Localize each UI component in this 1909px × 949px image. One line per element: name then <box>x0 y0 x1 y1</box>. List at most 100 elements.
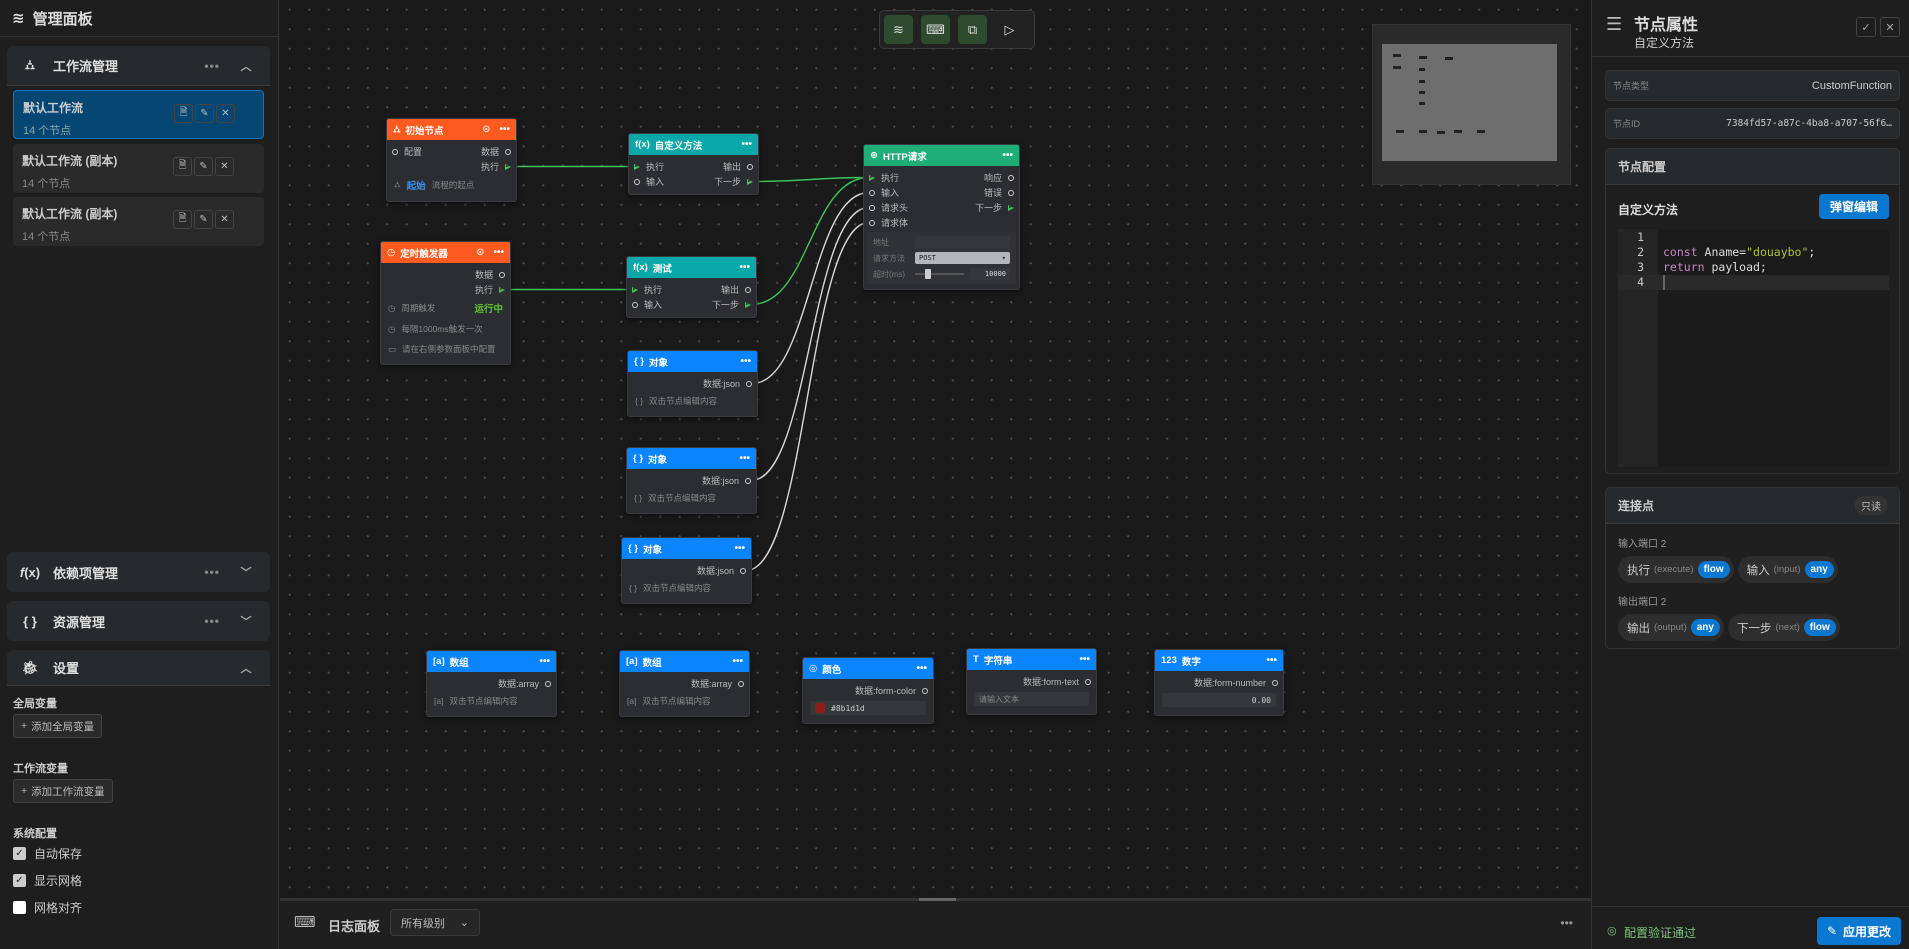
chevron-up-icon[interactable]: ︿ <box>234 58 258 74</box>
data-output-port[interactable] <box>740 567 746 574</box>
data-output-port[interactable] <box>1008 174 1014 181</box>
apply-changes-button[interactable]: ✎ 应用更改 <box>1817 917 1901 945</box>
data-input-port[interactable] <box>869 204 875 211</box>
more-icon[interactable]: ••• <box>204 614 220 628</box>
node-obj1[interactable]: { } 对象 ••• 数据:json { } 双击节点编辑内容 <box>627 350 758 417</box>
slider-thumb[interactable] <box>925 269 931 279</box>
code-editor[interactable]: 1 2 const Aname="douaybo"; 3 return payloa… <box>1618 229 1889 467</box>
data-output-port[interactable] <box>1272 679 1278 686</box>
node-color[interactable]: ◎ 颜色 ••• 数据:form-color #8b1d1d <box>802 657 934 724</box>
data-output-port[interactable] <box>745 286 751 293</box>
checkbox-checked-icon[interactable]: ✓ <box>13 847 26 860</box>
data-output-port[interactable] <box>747 163 753 170</box>
flow-input-port[interactable] <box>632 286 638 293</box>
popup-edit-button[interactable]: 弹窗编辑 <box>1819 194 1889 219</box>
data-input-port[interactable] <box>634 178 640 185</box>
data-output-port[interactable] <box>738 680 744 687</box>
checkbox-2[interactable]: ✓ 显示网格 <box>13 872 82 889</box>
node-header[interactable]: ◷ 定时触发器 ⊙ ••• <box>381 242 510 263</box>
timeout-slider[interactable] <box>915 269 964 279</box>
confirm-button[interactable]: ✓ <box>1856 17 1876 37</box>
text-input[interactable]: 请输入文本 <box>974 692 1089 706</box>
checkbox-checked-icon[interactable]: ✓ <box>13 874 26 887</box>
node-menu-icon[interactable]: ••• <box>1079 654 1090 665</box>
edge-obj3-http[interactable] <box>745 221 870 572</box>
edge-test-http[interactable] <box>750 176 870 306</box>
color-input[interactable]: #8b1d1d <box>810 701 926 715</box>
node-start[interactable]: ⛼ 初始节点 ⊙ ••• 配置 数据 执行 ⛼ 起始 流程的起点 <box>386 118 517 202</box>
close-button[interactable]: ✕ <box>1880 17 1900 37</box>
node-menu-icon[interactable]: ••• <box>739 262 750 273</box>
node-obj3[interactable]: { } 对象 ••• 数据:json { } 双击节点编辑内容 <box>621 537 752 604</box>
node-test[interactable]: f(x) 测试 ••• 执行 输出 输入 下一步 <box>626 256 757 318</box>
edit-button[interactable]: ✎ <box>194 210 213 229</box>
node-menu-icon[interactable]: ••• <box>1002 150 1013 161</box>
terminal-toggle-button[interactable]: ⌨ <box>921 15 950 44</box>
data-output-port[interactable] <box>922 687 928 694</box>
delete-button[interactable]: ✕ <box>215 157 234 176</box>
data-output-port[interactable] <box>745 477 751 484</box>
node-menu-icon[interactable]: ••• <box>499 124 510 135</box>
method-select[interactable]: POST ▾ <box>915 252 1010 264</box>
resource-section-header[interactable]: { } 资源管理 ••• ﹀ <box>7 601 270 641</box>
edit-button[interactable]: ✎ <box>194 157 213 176</box>
data-output-port[interactable] <box>1085 678 1091 685</box>
workflow-item[interactable]: 默认工作流 (副本) 14 个节点 🗎 ✎ ✕ <box>13 144 264 193</box>
delete-button[interactable]: ✕ <box>216 104 235 123</box>
node-menu-icon[interactable]: ••• <box>734 543 745 554</box>
node-menu-icon[interactable]: ••• <box>916 663 927 674</box>
data-output-port[interactable] <box>499 271 505 278</box>
node-http[interactable]: ⊕ HTTP请求 ••• 执行 响应 输入 错误 请求头 下一步 请求体 地址 请求方法 POST ▾ 超时… <box>863 144 1020 290</box>
chevron-down-icon[interactable]: ﹀ <box>234 564 258 580</box>
node-header[interactable]: ⛼ 初始节点 ⊙ ••• <box>387 119 516 140</box>
flow-input-port[interactable] <box>634 163 640 170</box>
node-menu-icon[interactable]: ••• <box>493 247 504 258</box>
node-header[interactable]: [a] 数组 ••• <box>620 651 749 672</box>
resize-handle[interactable] <box>919 898 956 901</box>
node-menu-icon[interactable]: ••• <box>739 453 750 464</box>
node-obj2[interactable]: { } 对象 ••• 数据:json { } 双击节点编辑内容 <box>626 447 757 514</box>
checkbox-unchecked-icon[interactable] <box>13 901 26 914</box>
node-string[interactable]: T 字符串 ••• 数据:form-text 请输入文本 <box>966 648 1097 715</box>
settings-section-header[interactable]: 🐞︎ 设置 ︿ <box>7 650 270 686</box>
flow-output-port[interactable] <box>499 286 505 293</box>
log-more-button[interactable]: ••• <box>1560 916 1573 930</box>
node-header[interactable]: { } 对象 ••• <box>627 448 756 469</box>
node-number[interactable]: 123 数字 ••• 数据:form-number 0.00 <box>1154 649 1284 716</box>
timeout-value[interactable]: 10000 <box>970 268 1010 280</box>
add-global-var-button[interactable]: + 添加全局变量 <box>13 714 103 738</box>
edge-obj1-http[interactable] <box>751 191 870 385</box>
flow-output-port[interactable] <box>1008 204 1014 211</box>
more-icon[interactable]: ••• <box>204 59 220 73</box>
workflow-item[interactable]: 默认工作流 (副本) 14 个节点 🗎 ✎ ✕ <box>13 197 264 246</box>
workflow-section-header[interactable]: ⛼ 工作流管理 ••• ︿ <box>7 46 270 86</box>
node-menu-icon[interactable]: ••• <box>732 656 743 667</box>
layers-toggle-button[interactable]: ≋ <box>884 15 913 44</box>
log-level-select[interactable]: 所有级别 ⌄ <box>390 909 480 936</box>
export-button[interactable]: 🗎 <box>173 157 192 176</box>
node-header[interactable]: f(x) 自定义方法 ••• <box>629 134 758 155</box>
dependency-section-header[interactable]: f(x) 依赖项管理 ••• ﹀ <box>7 552 270 592</box>
edit-button[interactable]: ✎ <box>195 104 214 123</box>
more-icon[interactable]: ••• <box>204 565 220 579</box>
flow-output-port[interactable] <box>745 301 751 308</box>
data-output-port[interactable] <box>545 680 551 687</box>
node-header[interactable]: ◎ 颜色 ••• <box>803 658 933 679</box>
data-input-port[interactable] <box>869 189 875 196</box>
data-output-port[interactable] <box>746 380 752 387</box>
data-input-port[interactable] <box>869 219 875 226</box>
node-header[interactable]: { } 对象 ••• <box>622 538 751 559</box>
node-menu-icon[interactable]: ••• <box>539 656 550 667</box>
workflow-item[interactable]: 默认工作流 14 个节点 🗎 ✎ ✕ <box>13 90 264 139</box>
node-menu-icon[interactable]: ••• <box>741 139 752 150</box>
data-input-port[interactable] <box>392 148 398 155</box>
node-arr2[interactable]: [a] 数组 ••• 数据:array [a] 双击节点编辑内容 <box>619 650 750 717</box>
number-input[interactable]: 0.00 <box>1162 693 1276 707</box>
node-header[interactable]: 123 数字 ••• <box>1155 650 1283 671</box>
node-timer[interactable]: ◷ 定时触发器 ⊙ ••• 数据 执行 ◷ 周期触发 运行中 ◷ 每隔1000ms触发一次 ▭ 请在右侧… <box>380 241 511 365</box>
play-circle-icon[interactable]: ⊙ <box>482 124 490 135</box>
node-arr1[interactable]: [a] 数组 ••• 数据:array [a] 双击节点编辑内容 <box>426 650 557 717</box>
node-custom[interactable]: f(x) 自定义方法 ••• 执行 输出 输入 下一步 <box>628 133 759 195</box>
data-output-port[interactable] <box>505 148 511 155</box>
node-header[interactable]: T 字符串 ••• <box>967 649 1096 670</box>
